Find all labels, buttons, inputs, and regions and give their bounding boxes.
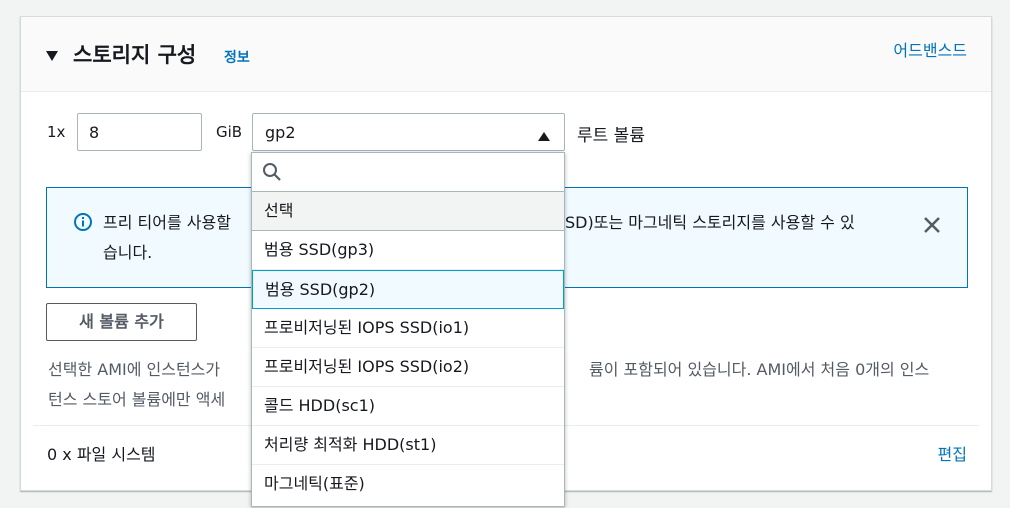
root-volume-label: 루트 볼륨 [577,126,645,146]
advanced-link[interactable]: 어드밴스드 [893,37,967,61]
dropdown-option-io1[interactable]: 프로비저닝된 IOPS SSD(io1) [252,309,564,348]
section-title: 스토리지 구성 [73,43,197,67]
dropdown-option-st1[interactable]: 처리량 최적화 HDD(st1) [252,426,564,465]
description-left-line1: 선택한 AMI에 인스턴스가 [48,360,221,379]
close-icon[interactable] [921,214,943,236]
alert-text-line1-left: 프리 티어를 사용할 [103,213,231,232]
dropdown-option-io2[interactable]: 프로비저닝된 IOPS SSD(io2) [252,348,564,387]
info-link[interactable]: 정보 [224,47,250,67]
dropdown-option-gp3[interactable]: 범용 SSD(gp3) [252,231,564,270]
volume-type-select[interactable]: gp2 [252,113,565,151]
description-left: 선택한 AMI에 인스턴스가 턴스 스토어 볼륨에만 액세 [48,355,248,415]
dropdown-option-gp2[interactable]: 범용 SSD(gp2) [252,270,564,309]
file-systems-label: 0 x 파일 시스템 [47,445,156,464]
dropdown-search [252,153,564,192]
caret-up-icon [537,127,551,146]
volume-type-dropdown: 선택 범용 SSD(gp3) 범용 SSD(gp2) 프로비저닝된 IOPS S… [251,152,565,507]
search-icon [262,162,282,186]
volume-size-input[interactable] [77,113,202,151]
dropdown-option-sc1[interactable]: 콜드 HDD(sc1) [252,387,564,426]
volume-row: 1x GiB gp2 루트 볼륨 [21,113,991,153]
edit-link[interactable]: 편집 [938,441,967,465]
volume-quantity-label: 1x [47,123,66,141]
caret-down-icon[interactable] [45,47,59,66]
volume-type-value: gp2 [265,123,296,142]
description-left-line2: 턴스 스토어 볼륨에만 액세 [48,390,226,409]
unit-label: GiB [216,123,243,141]
description-right: 륨이 포함되어 있습니다. AMI에서 처음 0개의 인스 [589,360,930,379]
alert-text-line2: 습니다. [103,243,153,262]
info-icon [73,212,93,236]
dropdown-search-input[interactable] [288,157,552,189]
dropdown-option-standard[interactable]: 마그네틱(표준) [252,465,564,504]
panel-header: 스토리지 구성 정보 어드밴스드 [21,17,991,92]
dropdown-option-placeholder[interactable]: 선택 [252,192,564,231]
alert-text-line1-right: SD)또는 마그네틱 스토리지를 사용할 수 있 [565,213,855,232]
add-volume-button[interactable]: 새 볼륨 추가 [46,303,197,341]
